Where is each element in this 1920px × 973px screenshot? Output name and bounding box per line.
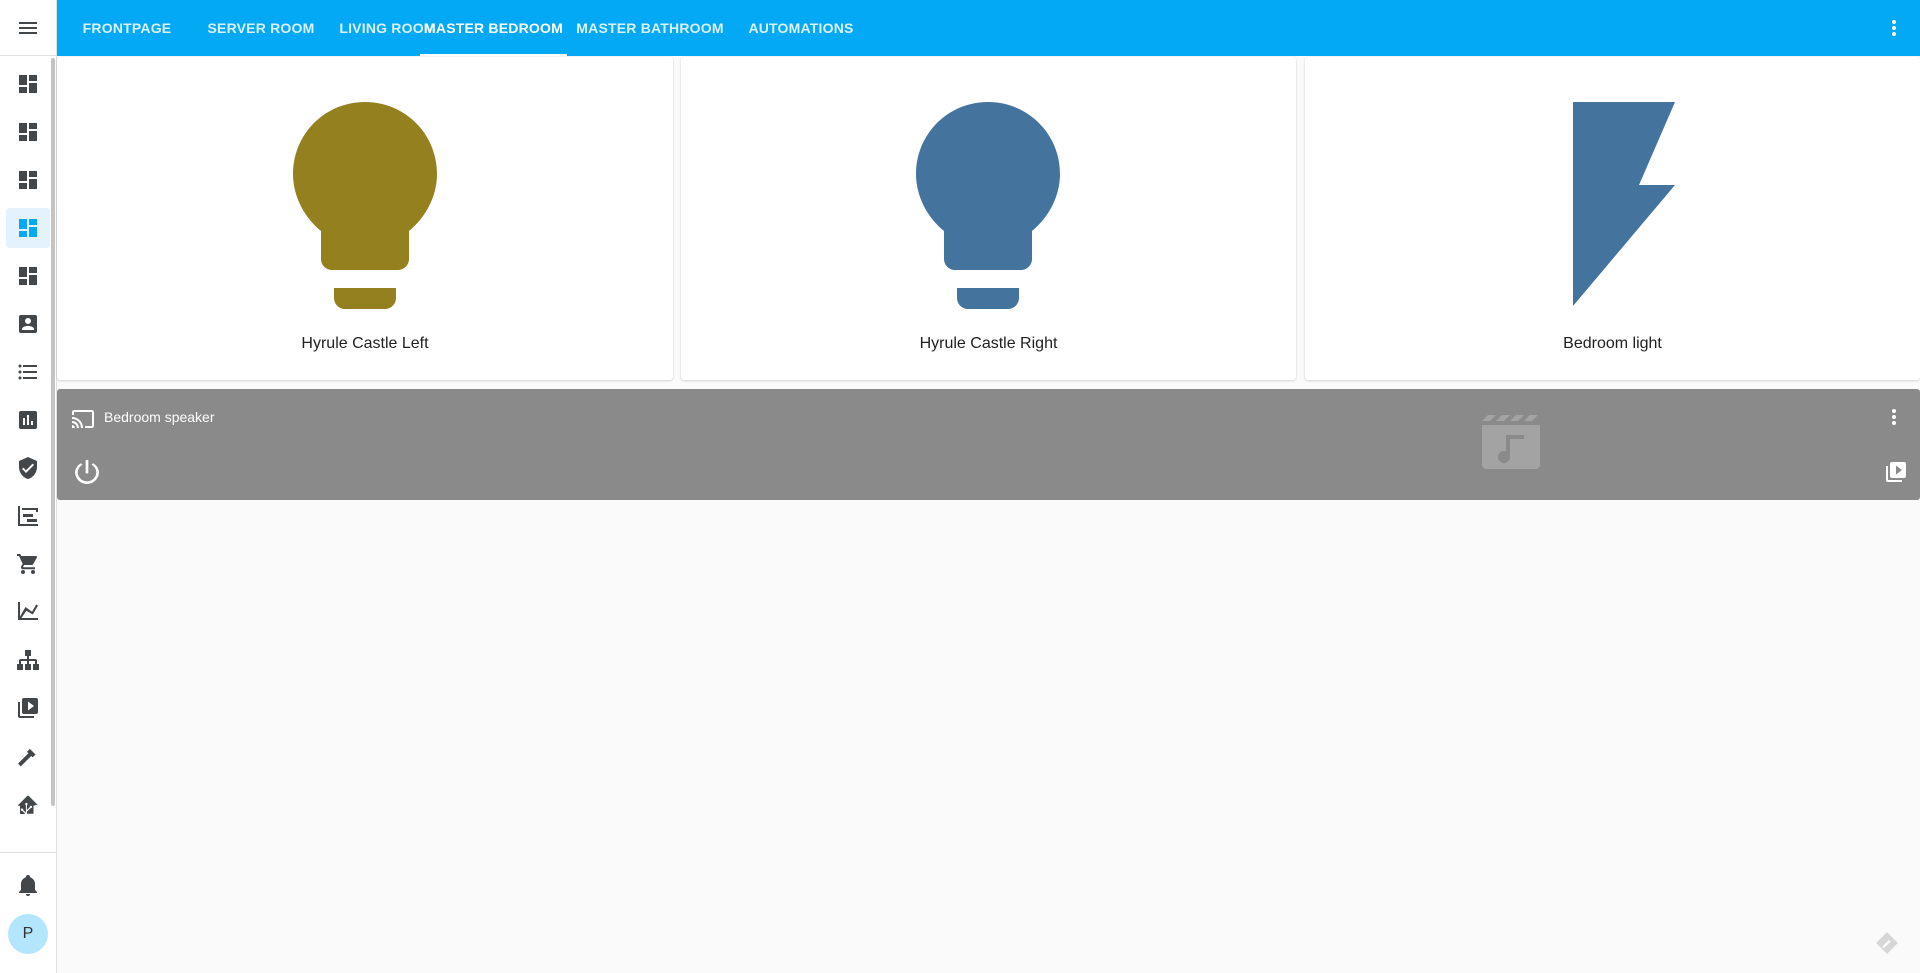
media-browse-button[interactable] [1884, 460, 1908, 484]
sidebar-item-chart-box[interactable] [6, 400, 50, 440]
sidebar-header [0, 0, 56, 56]
sidebar-item-dashboard-1[interactable] [6, 64, 50, 104]
play-box-multiple-icon [1886, 462, 1906, 482]
entity-card-bedroom-light[interactable]: Bedroom light [1305, 57, 1920, 380]
header-menu-button[interactable] [1878, 12, 1910, 44]
tab-frontpage[interactable]: FRONTPAGE [57, 0, 197, 56]
sidebar-item-dashboard-4[interactable] [6, 208, 50, 248]
media-power-button[interactable] [71, 456, 103, 488]
cart-icon [17, 554, 37, 574]
format-list-icon [18, 364, 37, 380]
chart-line-icon [18, 602, 38, 620]
media-more-button[interactable] [1882, 405, 1906, 429]
tab-label: AUTOMATIONS [748, 20, 854, 36]
tab-label: SERVER ROOM [207, 20, 315, 36]
tab-label: MASTER BATHROOM [576, 20, 724, 36]
sidebar-item-dashboard-5[interactable] [6, 256, 50, 296]
hamburger-menu-icon[interactable] [16, 16, 40, 40]
entity-name: Bedroom light [1563, 335, 1662, 352]
chart-box-icon [19, 411, 37, 429]
dashboard-icon [19, 267, 37, 285]
entity-card-hyrule-castle-left[interactable]: Hyrule Castle Left [57, 57, 673, 380]
media-player-card: Bedroom speaker [57, 389, 1920, 500]
sidebar-item-chart-timeline[interactable] [6, 496, 50, 536]
entity-name: Hyrule Castle Left [301, 335, 429, 352]
sidebar-item-dashboard-3[interactable] [6, 160, 50, 200]
play-box-multiple-icon [18, 698, 38, 718]
dashboard-icon [19, 219, 37, 237]
avatar[interactable]: P [8, 914, 48, 954]
media-player-name: Bedroom speaker [104, 409, 215, 425]
sidebar-item-hammer[interactable] [6, 736, 50, 776]
sidebar-item-shield-check[interactable] [6, 448, 50, 488]
sidebar-item-chart-line[interactable] [6, 592, 50, 632]
dashboard-icon [19, 123, 37, 141]
home-assistant-icon [17, 795, 38, 814]
notifications-button[interactable] [6, 865, 50, 905]
sidebar-item-cart[interactable] [6, 544, 50, 584]
dots-vertical-icon [1892, 20, 1896, 36]
tab-master-bedroom[interactable]: MASTER BEDROOM [420, 0, 567, 56]
tab-label: FRONTPAGE [82, 20, 172, 36]
lightbulb-icon [916, 102, 1060, 309]
movie-music-icon [1482, 415, 1540, 469]
shield-check-icon [19, 457, 37, 479]
sidebar: P [0, 0, 57, 973]
tab-master-bathroom[interactable]: MASTER BATHROOM [567, 0, 733, 56]
entity-card-hyrule-castle-right[interactable]: Hyrule Castle Right [681, 57, 1296, 380]
cast-icon [72, 410, 94, 428]
dashboard-icon [19, 171, 37, 189]
tab-server-room[interactable]: SERVER ROOM [197, 0, 325, 56]
dashboard-icon [19, 75, 37, 93]
lightbulb-icon [293, 102, 437, 309]
sidebar-item-dashboard-2[interactable] [6, 112, 50, 152]
hammer-icon [18, 748, 36, 767]
sidebar-divider [0, 852, 56, 853]
entity-name: Hyrule Castle Right [919, 335, 1058, 352]
chart-timeline-icon [18, 506, 38, 526]
sidebar-item-play-box-multiple[interactable] [6, 688, 50, 728]
power-icon [75, 460, 99, 485]
dots-vertical-icon [1892, 409, 1896, 425]
account-box-icon [19, 315, 37, 333]
sidebar-item-account-box[interactable] [6, 304, 50, 344]
sidebar-item-format-list[interactable] [6, 352, 50, 392]
bell-icon [19, 875, 37, 896]
lightbulb-shape [293, 102, 437, 309]
flash-shape [1573, 102, 1675, 306]
avatar-initial: P [22, 925, 34, 942]
edit-dashboard-icon[interactable] [1874, 930, 1900, 956]
lightbulb-shape [916, 102, 1060, 309]
sidebar-scrollbar[interactable] [51, 58, 55, 806]
tab-label: MASTER BEDROOM [424, 20, 563, 36]
tab-automations[interactable]: AUTOMATIONS [733, 0, 869, 56]
sitemap-icon [17, 650, 39, 670]
flash-icon [1573, 102, 1675, 306]
sidebar-item-home-assistant[interactable] [6, 784, 50, 824]
sidebar-item-sitemap[interactable] [6, 640, 50, 680]
top-app-bar: FRONTPAGE SERVER ROOM LIVING ROOM MASTER… [57, 0, 1920, 56]
